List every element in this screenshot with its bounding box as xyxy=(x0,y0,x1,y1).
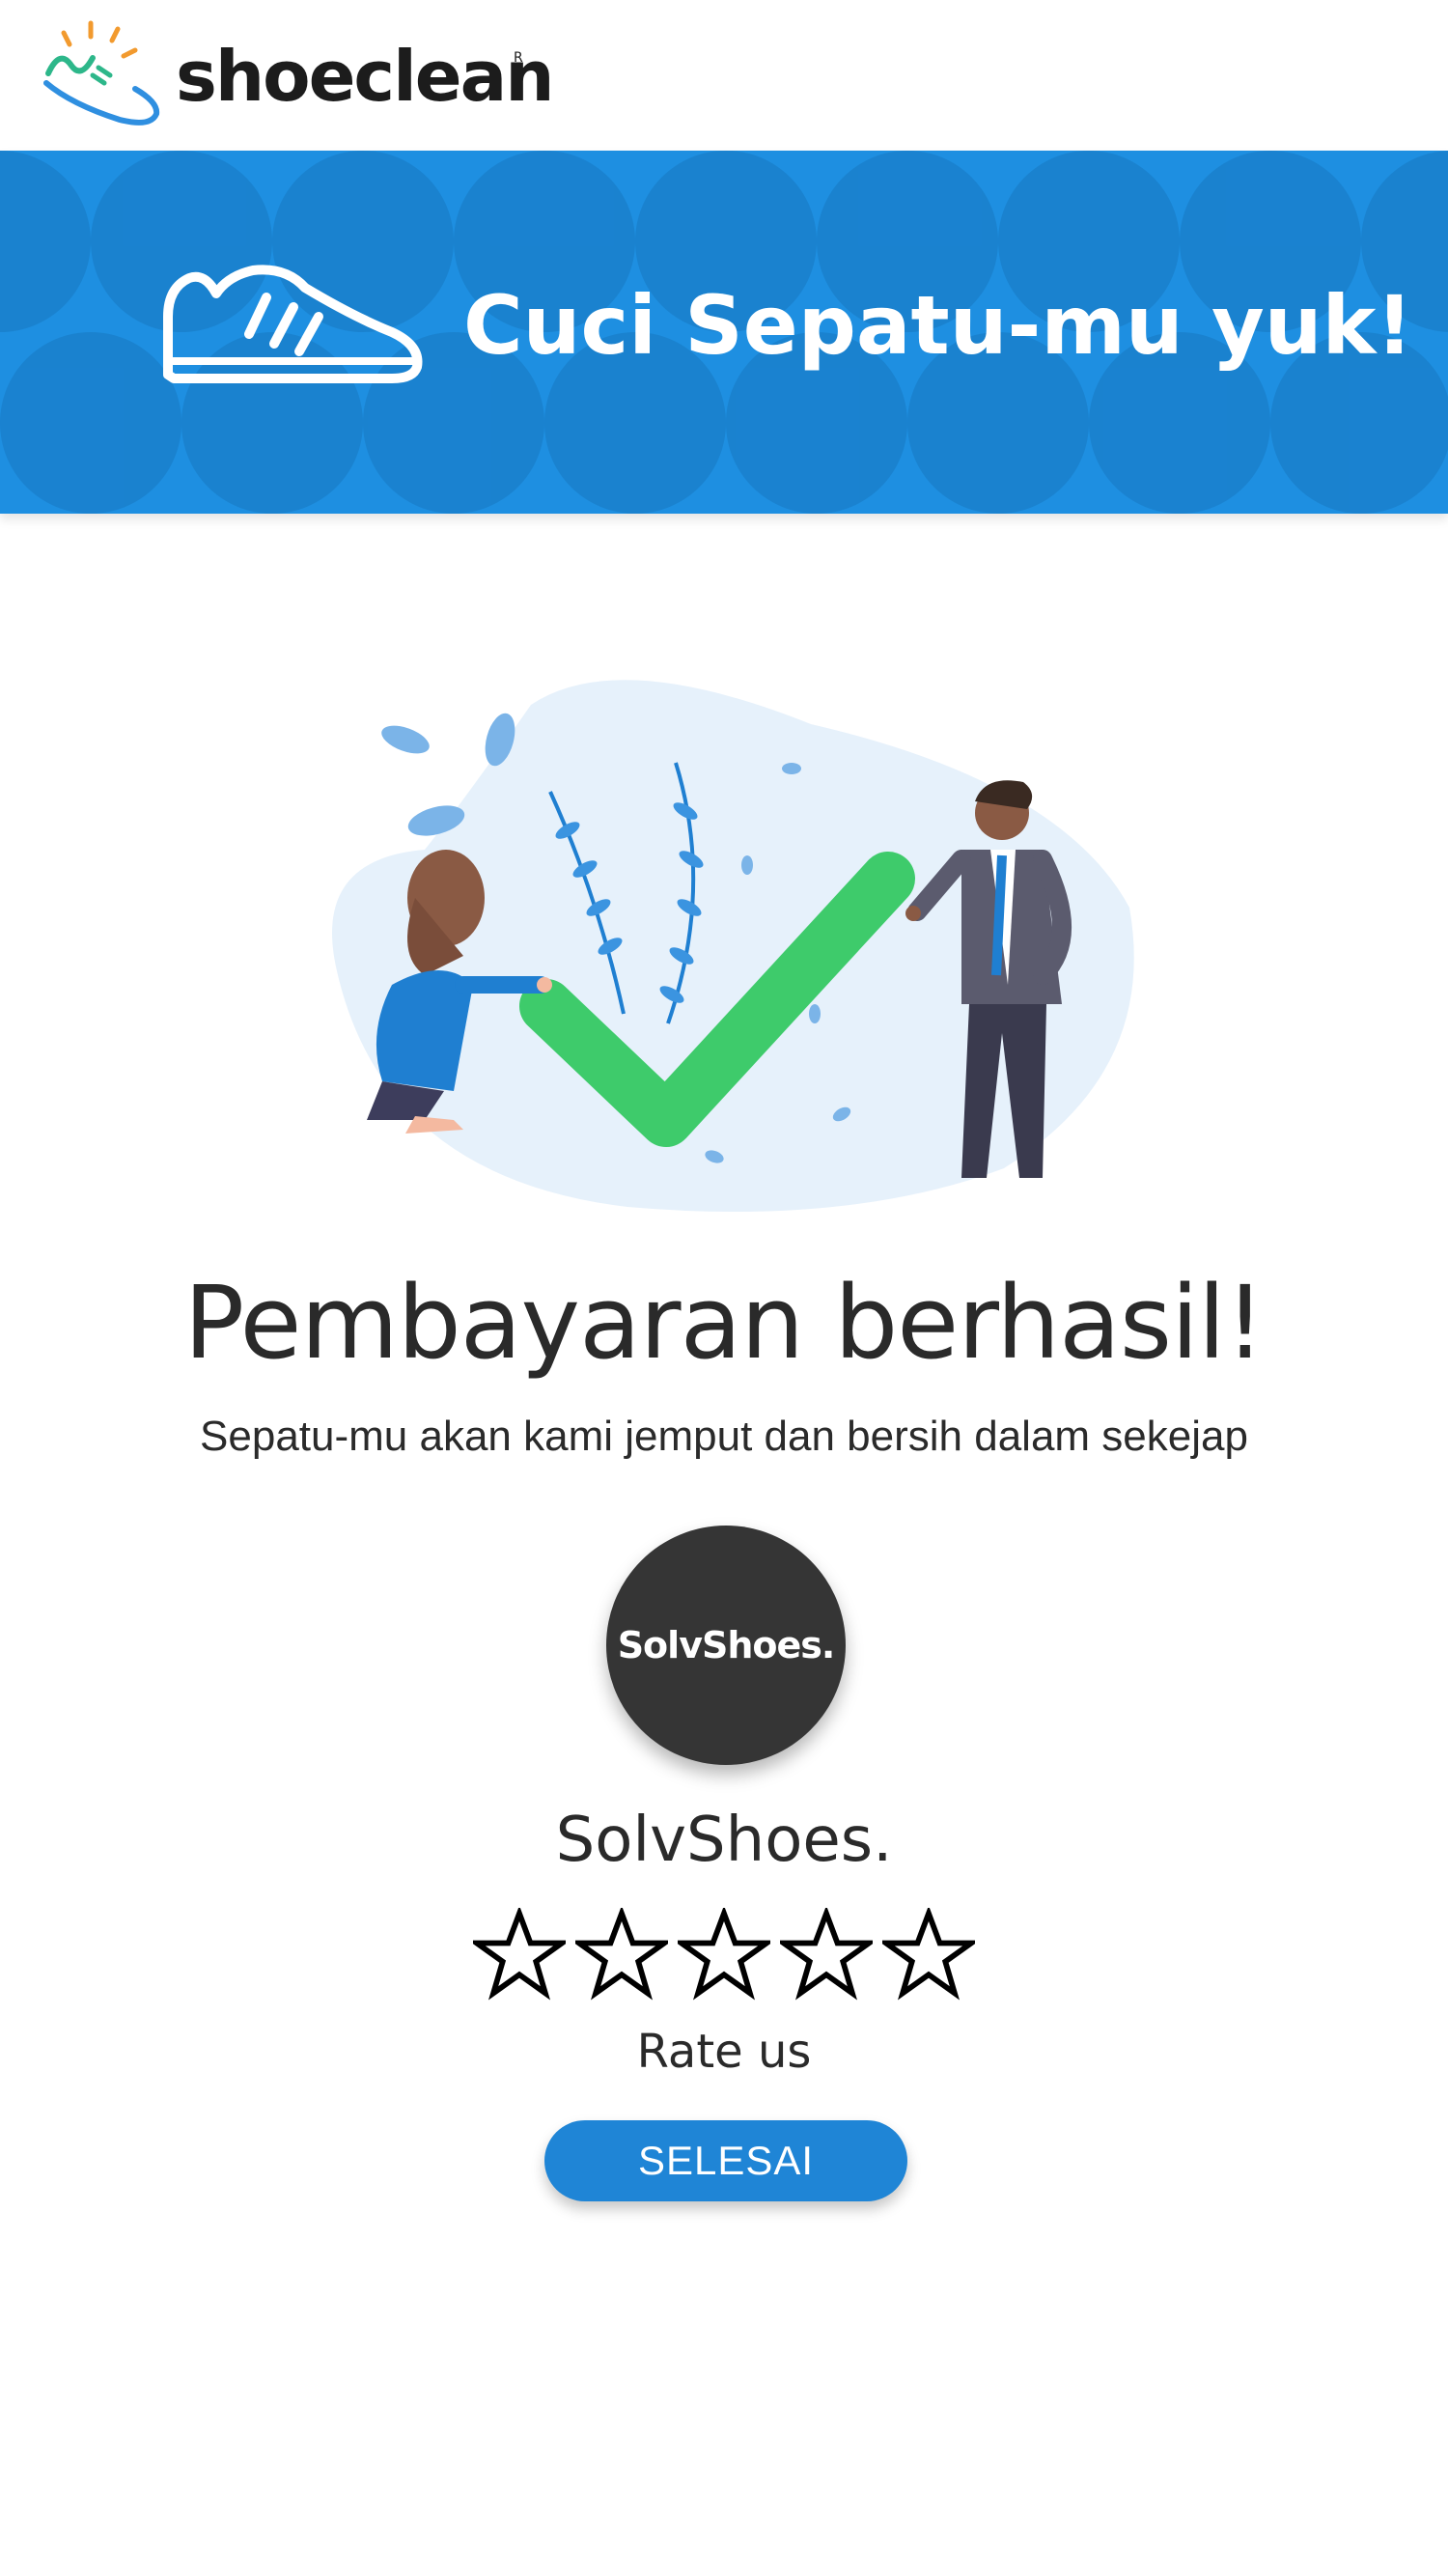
app-header: shoeclean R xyxy=(0,0,1448,151)
done-button[interactable]: SELESAI xyxy=(544,2120,907,2201)
brand-name: shoeclean xyxy=(176,36,554,117)
shoe-sparkle-icon xyxy=(43,20,160,126)
star-5-icon[interactable] xyxy=(882,1908,975,2001)
rating-stars xyxy=(473,1908,975,2004)
star-1-icon[interactable] xyxy=(473,1908,566,2001)
promo-banner: Cuci Sepatu-mu yuk! xyxy=(0,151,1448,514)
sneaker-icon xyxy=(163,265,423,383)
shop-name: SolvShoes. xyxy=(555,1805,893,1876)
payment-success-subtitle: Sepatu-mu akan kami jemput dan bersih da… xyxy=(200,1413,1248,1460)
star-2-icon[interactable] xyxy=(575,1908,668,2001)
star-3-icon[interactable] xyxy=(678,1908,770,2001)
shop-avatar: SolvShoes. xyxy=(606,1526,846,1765)
registered-mark: R xyxy=(514,50,523,66)
shop-avatar-text: SolvShoes. xyxy=(617,1624,836,1666)
rate-us-label: Rate us xyxy=(636,2025,812,2079)
payment-success-title: Pembayaran berhasil! xyxy=(183,1264,1265,1382)
banner-title: Cuci Sepatu-mu yuk! xyxy=(463,278,1413,373)
payment-success-illustration xyxy=(332,680,1134,1212)
star-4-icon[interactable] xyxy=(780,1908,873,2001)
